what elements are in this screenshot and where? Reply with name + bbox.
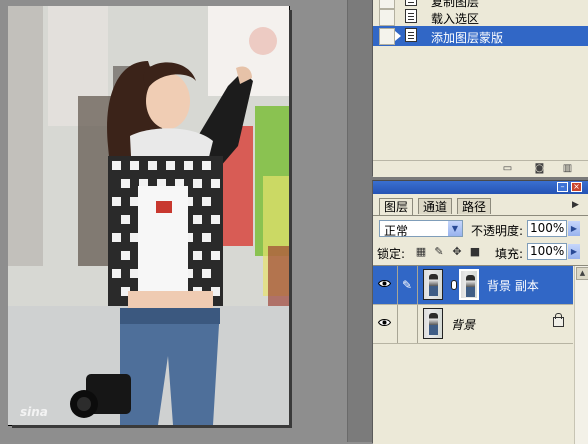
layers-panel: – × 图层 通道 路径 ▶ 正常 ▼ 不透明度: 100% ▶ 锁定: ▦ ✎…	[372, 180, 588, 444]
canvas-shadow-bottom	[12, 425, 292, 428]
fill-label: 填充:	[495, 247, 524, 261]
document-photo[interactable]: sina	[8, 6, 290, 426]
layers-scrollbar[interactable]: ▲	[574, 266, 588, 444]
visibility-toggle[interactable]	[373, 305, 398, 343]
new-document-from-state-icon[interactable]: ▭	[501, 163, 514, 174]
panel-menu-icon[interactable]: ▶	[569, 199, 582, 211]
layer-list: ✎ 背景 副本 背景 ▲	[373, 265, 588, 444]
panel-dock-strip	[347, 0, 373, 442]
opacity-slider-arrow-icon[interactable]: ▶	[568, 221, 580, 236]
layers-panel-titlebar[interactable]: – ×	[373, 181, 588, 194]
minimize-icon[interactable]: –	[557, 182, 568, 192]
paintbrush-icon: ✎	[402, 278, 413, 292]
history-item-label: 添加图层蒙版	[431, 31, 504, 45]
history-panel: 复制图层 载入选区 添加图层蒙版 ▭ ◙ ▥	[372, 0, 588, 177]
opacity-label: 不透明度:	[471, 224, 524, 238]
history-item[interactable]: 载入选区	[373, 7, 588, 27]
blend-row: 正常 ▼ 不透明度: 100% ▶	[373, 219, 588, 239]
scroll-up-arrow-icon[interactable]: ▲	[576, 267, 588, 280]
tab-paths[interactable]: 路径	[457, 198, 492, 214]
history-footer: ▭ ◙ ▥	[373, 160, 588, 177]
layer-link-cell[interactable]: ✎	[398, 266, 418, 304]
visibility-toggle[interactable]	[373, 266, 398, 304]
eye-icon[interactable]	[378, 279, 391, 288]
tab-layers[interactable]: 图层	[379, 198, 414, 215]
fill-field[interactable]: 100%	[527, 243, 567, 260]
history-item-selected[interactable]: 添加图层蒙版	[373, 26, 588, 46]
chevron-down-icon[interactable]: ▼	[448, 221, 462, 236]
lock-image-brush-icon[interactable]: ✎	[433, 246, 445, 258]
lock-row: 锁定: ▦ ✎ ✥ ■ 填充: 100% ▶	[373, 242, 588, 262]
trash-icon[interactable]: ▥	[561, 163, 574, 174]
close-icon[interactable]: ×	[571, 182, 582, 192]
layer-name[interactable]: 背景	[451, 316, 475, 333]
padlock-icon	[553, 313, 564, 327]
layer-name[interactable]: 背景 副本	[487, 277, 539, 294]
history-item-label: 载入选区	[431, 12, 480, 26]
snapshot-checkbox[interactable]	[379, 9, 395, 26]
blend-mode-value: 正常	[384, 224, 409, 238]
photo-content: sina	[8, 6, 289, 425]
lock-label: 锁定:	[377, 247, 406, 261]
lock-transparency-icon[interactable]: ▦	[415, 246, 427, 258]
canvas-shadow-right	[289, 10, 292, 428]
history-state-icon	[405, 28, 417, 42]
history-state-slider-icon[interactable]	[395, 31, 401, 41]
blend-mode-select[interactable]: 正常 ▼	[379, 220, 463, 238]
snapshot-checkbox[interactable]	[379, 28, 395, 45]
layer-row-background[interactable]: 背景	[373, 305, 573, 344]
layer-thumbnail[interactable]	[423, 269, 443, 300]
layer-row-background-copy[interactable]: ✎ 背景 副本	[373, 266, 573, 305]
fill-slider-arrow-icon[interactable]: ▶	[568, 244, 580, 259]
layers-panel-tabs: 图层 通道 路径 ▶	[373, 195, 588, 216]
lock-position-move-icon[interactable]: ✥	[451, 246, 463, 258]
history-state-icon	[405, 9, 417, 23]
layer-mask-thumbnail[interactable]	[459, 269, 479, 300]
history-state-icon	[405, 0, 417, 6]
mask-link-chain-icon[interactable]	[451, 280, 457, 290]
watermark-text: sina	[20, 405, 48, 419]
lock-all-icon[interactable]: ■	[469, 246, 481, 258]
eye-icon[interactable]	[378, 318, 391, 327]
new-snapshot-icon[interactable]: ◙	[533, 163, 546, 174]
opacity-field[interactable]: 100%	[527, 220, 567, 237]
tab-channels[interactable]: 通道	[418, 198, 453, 214]
document-workspace[interactable]: sina	[0, 0, 347, 442]
layer-link-cell[interactable]	[398, 305, 418, 343]
layer-thumbnail[interactable]	[423, 308, 443, 339]
